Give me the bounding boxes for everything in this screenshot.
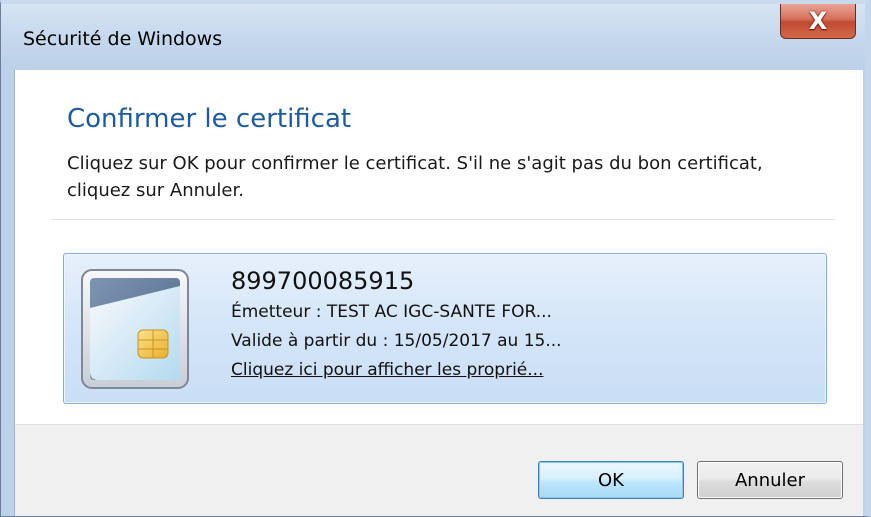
certificate-info: 899700085915 Émetteur : TEST AC IGC-SANT… xyxy=(231,264,562,385)
certificate-validity: Valide à partir du : 15/05/2017 au 15... xyxy=(231,331,562,351)
cancel-button[interactable]: Annuler xyxy=(697,461,843,499)
dialog-content: Confirmer le certificat Cliquez sur OK p… xyxy=(14,70,863,424)
close-button[interactable]: X xyxy=(780,4,856,39)
dialog-description: Cliquez sur OK pour confirmer le certifi… xyxy=(67,153,763,201)
window-title: Sécurité de Windows xyxy=(23,28,223,50)
ok-button[interactable]: OK xyxy=(538,461,684,499)
certificate-tile[interactable]: 899700085915 Émetteur : TEST AC IGC-SANT… xyxy=(63,253,827,404)
title-bar[interactable]: Sécurité de Windows X xyxy=(1,4,865,70)
button-bar: OK Annuler xyxy=(14,424,863,516)
security-dialog: Sécurité de Windows X Confirmer le certi… xyxy=(0,0,871,517)
smart-card-icon xyxy=(81,269,189,389)
separator xyxy=(52,219,834,220)
close-icon: X xyxy=(808,6,828,35)
certificate-id: 899700085915 xyxy=(231,267,415,295)
certificate-properties-link[interactable]: Cliquez ici pour afficher les proprié... xyxy=(231,356,562,385)
certificate-issuer: Émetteur : TEST AC IGC-SANTE FOR... xyxy=(231,302,552,322)
dialog-heading: Confirmer le certificat xyxy=(67,104,352,134)
